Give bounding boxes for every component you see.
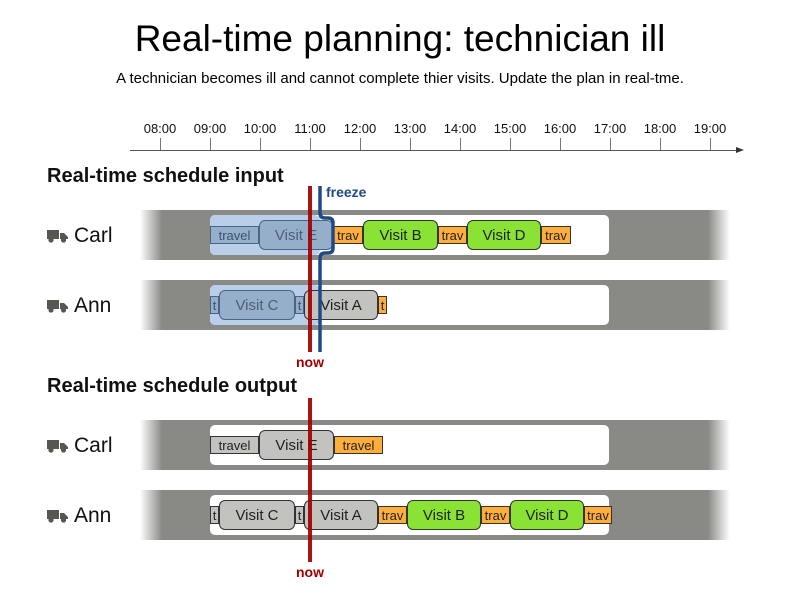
freeze-marker <box>318 186 335 352</box>
now-line-output <box>308 398 312 562</box>
now-label-output: now <box>296 564 324 580</box>
now-line-input <box>308 186 312 352</box>
now-label-input: now <box>296 354 324 370</box>
freeze-line <box>318 186 335 352</box>
freeze-label: freeze <box>326 184 367 200</box>
